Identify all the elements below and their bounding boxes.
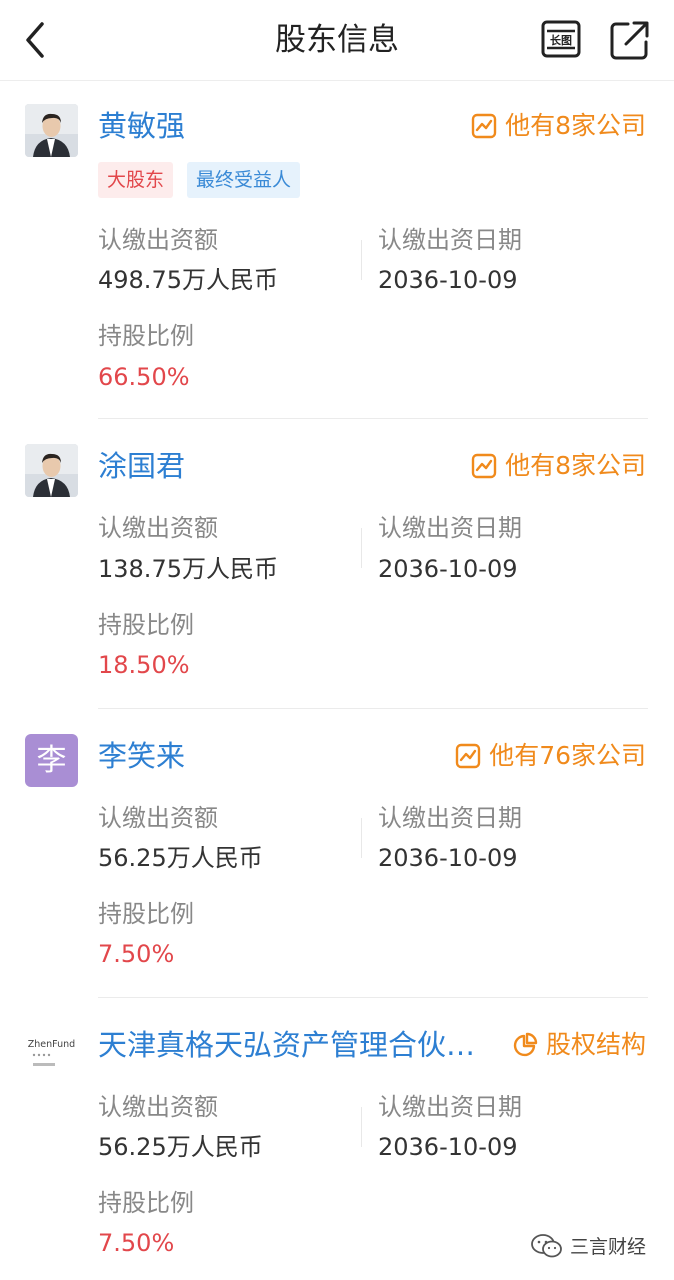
shareholder-card[interactable]: 李 李笑来 他有76家公司 认缴出资额 56.25万人民币 认缴出资日期 203… [0,734,674,999]
beneficiary-tag: 最终受益人 [187,162,301,198]
pie-chart-icon [513,1032,538,1057]
subscribed-amount-value: 138.75万人民币 [98,555,278,583]
tag-list: 大股东 最终受益人 [98,162,314,198]
equity-structure-link[interactable]: 股权结构 [512,1027,646,1063]
major-shareholder-tag: 大股东 [98,162,174,198]
subscribed-amount-label: 认缴出资额 [98,514,218,542]
chart-icon [455,743,481,769]
equity-structure-label: 股权结构 [545,1030,646,1059]
divider [98,418,648,419]
shareholder-name[interactable]: 李笑来 [98,736,185,776]
ratio-value: 66.50% [98,363,190,391]
subscribed-date-value: 2036-10-09 [378,844,518,872]
person-photo-icon [25,104,78,157]
related-companies-link[interactable]: 他有8家公司 [471,448,646,484]
subscribed-date-value: 2036-10-09 [378,1133,518,1161]
divider [98,708,648,709]
related-companies-label: 他有76家公司 [489,741,646,770]
subscribed-amount-value: 56.25万人民币 [98,1133,263,1161]
column-divider [361,1107,362,1147]
related-companies-link[interactable]: 他有8家公司 [471,108,646,144]
share-icon [610,21,649,60]
related-companies-link[interactable]: 他有76家公司 [455,738,646,774]
subscribed-date-label: 认缴出资日期 [378,226,522,254]
person-photo-icon [25,444,78,497]
ratio-value: 7.50% [98,1229,175,1257]
share-button[interactable] [608,18,652,62]
subscribed-amount-label: 认缴出资额 [98,226,218,254]
subscribed-amount-value: 56.25万人民币 [98,844,263,872]
subscribed-date-label: 认缴出资日期 [378,1093,522,1121]
ratio-label: 持股比例 [98,611,194,639]
chart-icon [471,453,497,479]
column-divider [361,528,362,568]
top-bar: 股东信息 长图 [0,0,674,81]
avatar: 李 [25,734,78,787]
subscribed-amount-label: 认缴出资额 [98,804,218,832]
shareholder-card[interactable]: ZhenFund 天津真格天弘资产管理合伙… 股权结构 认缴出资额 56.25万… [0,1023,674,1263]
ratio-value: 7.50% [98,940,175,968]
subscribed-date-label: 认缴出资日期 [378,514,522,542]
avatar [25,444,78,497]
subscribed-amount-value: 498.75万人民币 [98,266,278,294]
shareholder-name[interactable]: 黄敏强 [98,106,185,146]
divider [98,997,648,998]
subscribed-date-label: 认缴出资日期 [378,804,522,832]
ratio-label: 持股比例 [98,1189,194,1217]
watermark: 三言财经 [530,1232,646,1259]
subscribed-amount-label: 认缴出资额 [98,1093,218,1121]
shareholder-card[interactable]: 黄敏强 他有8家公司 大股东 最终受益人 认缴出资额 498.75万人民币 认缴… [0,104,674,419]
subscribed-date-value: 2036-10-09 [378,555,518,583]
shareholder-name[interactable]: 天津真格天弘资产管理合伙… [98,1025,475,1065]
long-screenshot-button[interactable]: 长图 [540,20,584,60]
svg-text:长图: 长图 [550,33,572,47]
ratio-value: 18.50% [98,651,190,679]
shareholder-card[interactable]: 涂国君 他有8家公司 认缴出资额 138.75万人民币 认缴出资日期 2036-… [0,444,674,709]
long-screenshot-icon: 长图 [541,20,581,58]
shareholder-name[interactable]: 涂国君 [98,446,185,486]
chart-icon [471,113,497,139]
related-companies-label: 他有8家公司 [505,111,646,140]
subscribed-date-value: 2036-10-09 [378,266,518,294]
svg-text:ZhenFund: ZhenFund [28,1039,75,1050]
ratio-label: 持股比例 [98,322,194,350]
avatar: ZhenFund [25,1023,78,1076]
watermark-text: 三言财经 [570,1236,647,1258]
avatar [25,104,78,157]
related-companies-label: 他有8家公司 [505,451,646,480]
ratio-label: 持股比例 [98,900,194,928]
column-divider [361,240,362,280]
wechat-icon [531,1233,562,1257]
column-divider [361,818,362,858]
company-logo-icon: ZhenFund [25,1023,78,1076]
